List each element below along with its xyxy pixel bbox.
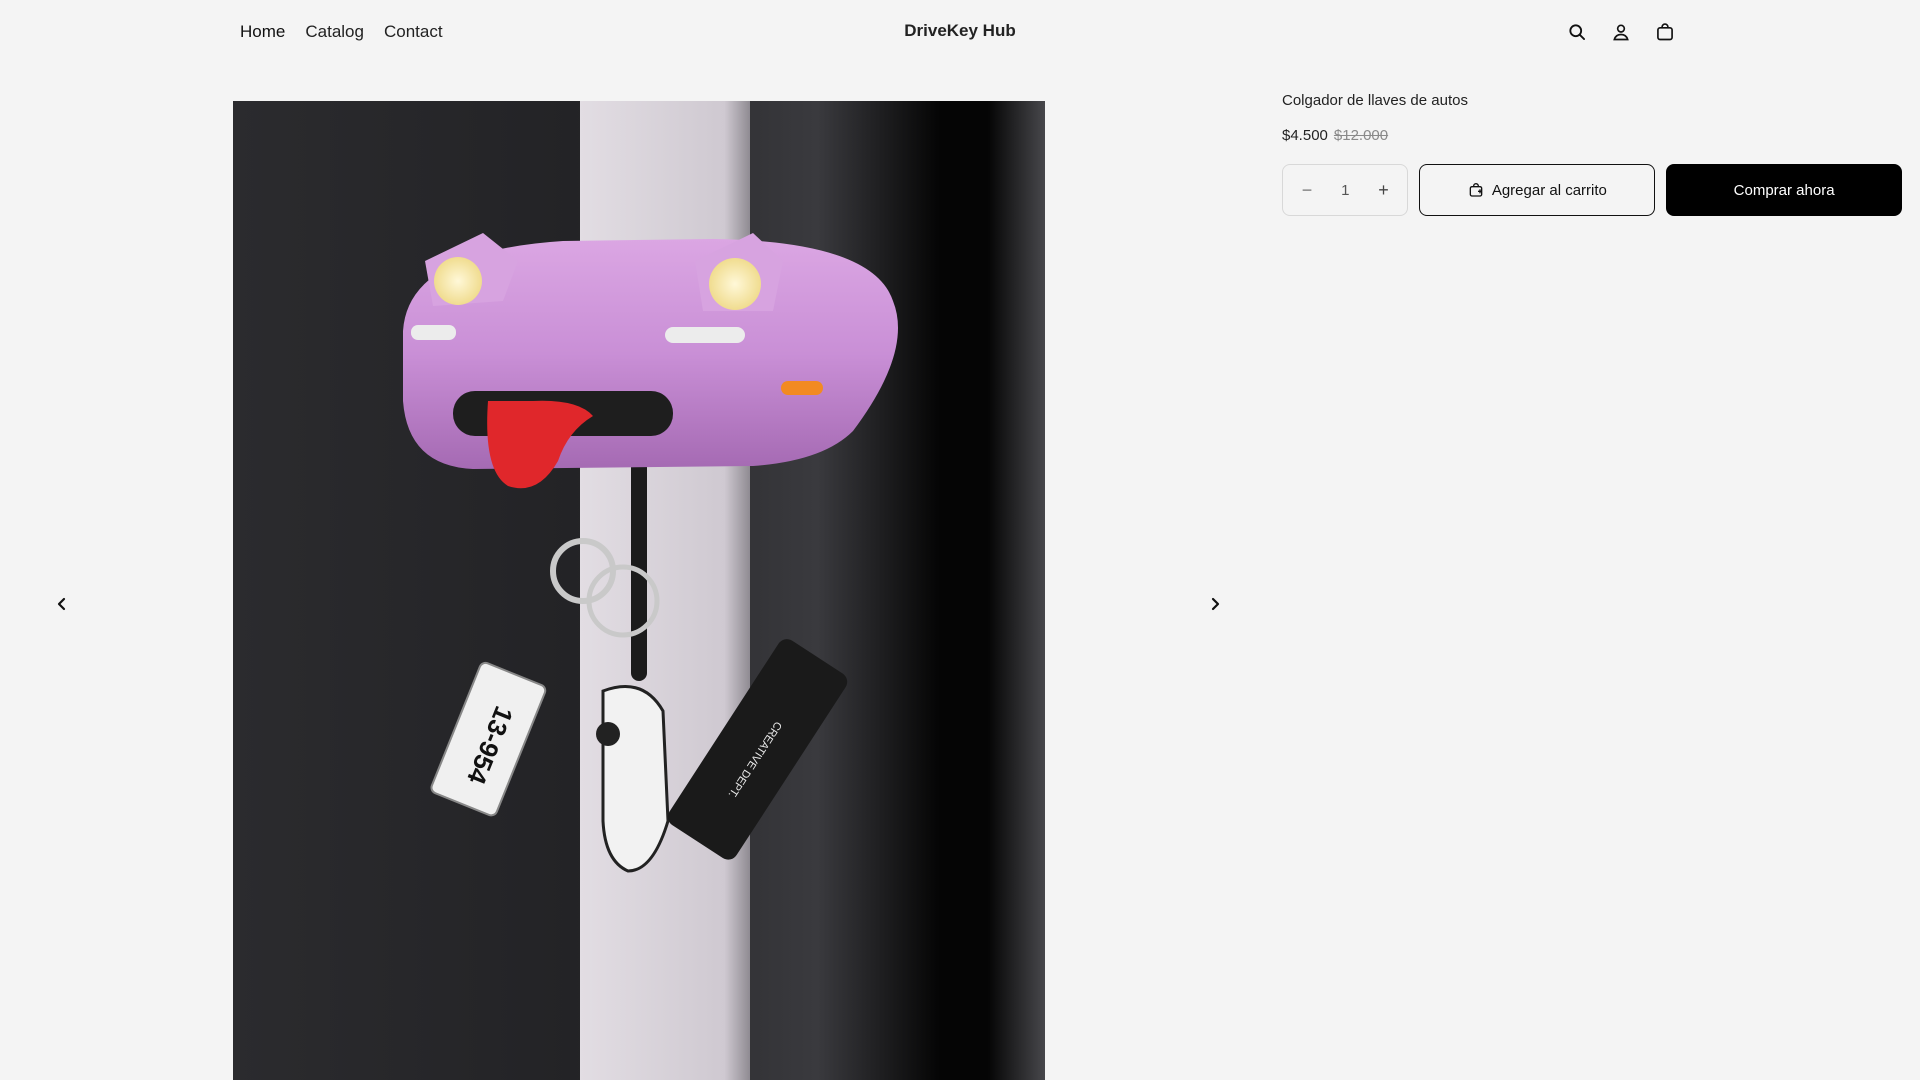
- buy-now-button[interactable]: Comprar ahora: [1666, 164, 1902, 216]
- add-to-cart-button[interactable]: Agregar al carrito: [1419, 164, 1656, 216]
- chevron-left-icon[interactable]: [48, 590, 76, 618]
- quantity-value[interactable]: 1: [1330, 182, 1360, 199]
- increase-quantity-button[interactable]: +: [1373, 180, 1393, 201]
- purchase-actions: − 1 + Agregar al carrito Comprar ahora: [1282, 164, 1902, 216]
- cart-icon[interactable]: [1653, 20, 1677, 44]
- chevron-right-icon[interactable]: [1201, 590, 1229, 618]
- product-title: Colgador de llaves de autos: [1282, 92, 1468, 109]
- price-row: $4.500 $12.000: [1282, 127, 1902, 144]
- original-price: $12.000: [1333, 127, 1389, 144]
- quantity-stepper: − 1 +: [1282, 164, 1409, 216]
- decrease-quantity-button[interactable]: −: [1297, 180, 1317, 201]
- product-image[interactable]: 13-954 CREATIVE DEPT.: [233, 101, 1045, 1080]
- cart-plus-icon: [1469, 183, 1483, 197]
- account-icon[interactable]: [1609, 20, 1633, 44]
- header-icons: [1565, 20, 1677, 44]
- key-hanger-illustration: 13-954 CREATIVE DEPT.: [233, 101, 1045, 1080]
- buy-now-label: Comprar ahora: [1733, 181, 1835, 199]
- search-icon[interactable]: [1565, 20, 1589, 44]
- site-header: Home Catalog Contact DriveKey Hub: [0, 0, 1920, 66]
- add-to-cart-label: Agregar al carrito: [1491, 181, 1607, 199]
- product-info: Colgador de llaves de autos $4.500 $12.0…: [1282, 92, 1902, 216]
- sale-price: $4.500: [1282, 127, 1328, 144]
